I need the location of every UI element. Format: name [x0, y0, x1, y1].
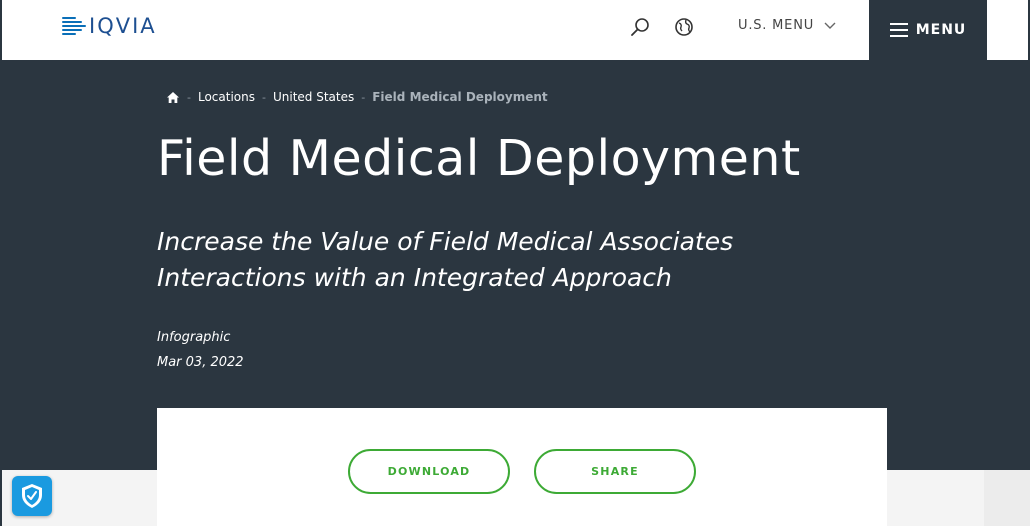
breadcrumb-separator: - [361, 90, 366, 104]
globe-icon[interactable] [673, 16, 695, 38]
action-card: DOWNLOAD SHARE [157, 408, 887, 526]
share-button[interactable]: SHARE [534, 449, 696, 494]
privacy-settings-button[interactable] [12, 476, 52, 516]
home-icon[interactable] [166, 91, 180, 104]
menu-label: MENU [915, 22, 967, 38]
site-header: IQVIA U.S. MENU MENU [0, 0, 1030, 60]
chevron-down-icon [824, 22, 836, 29]
page-title: Field Medical Deployment [157, 130, 801, 187]
search-icon[interactable] [629, 16, 651, 38]
breadcrumb-separator: - [262, 90, 266, 104]
breadcrumb-item-united-states[interactable]: United States [273, 90, 354, 104]
download-button[interactable]: DOWNLOAD [348, 449, 510, 494]
breadcrumb-current: Field Medical Deployment [372, 90, 548, 104]
breadcrumb-separator: - [187, 90, 191, 104]
breadcrumb: - Locations - United States - Field Medi… [166, 90, 548, 104]
left-edge [0, 470, 2, 526]
region-menu-button[interactable]: U.S. MENU [738, 18, 836, 33]
main-menu-button[interactable]: MENU [869, 0, 987, 60]
right-edge [984, 470, 1030, 526]
content-type-label: Infographic [157, 330, 231, 345]
logo-text: IQVIA [89, 14, 157, 38]
hamburger-icon [889, 23, 908, 37]
logo-lines-icon [62, 17, 86, 35]
page-subtitle: Increase the Value of Field Medical Asso… [157, 227, 734, 292]
publish-date: Mar 03, 2022 [157, 355, 244, 370]
shield-check-icon [22, 484, 42, 508]
breadcrumb-item-locations[interactable]: Locations [198, 90, 255, 104]
page: IQVIA U.S. MENU MENU - Locations - Unite… [0, 0, 1030, 526]
iqvia-logo[interactable]: IQVIA [62, 14, 157, 38]
region-menu-label: U.S. MENU [738, 18, 815, 33]
